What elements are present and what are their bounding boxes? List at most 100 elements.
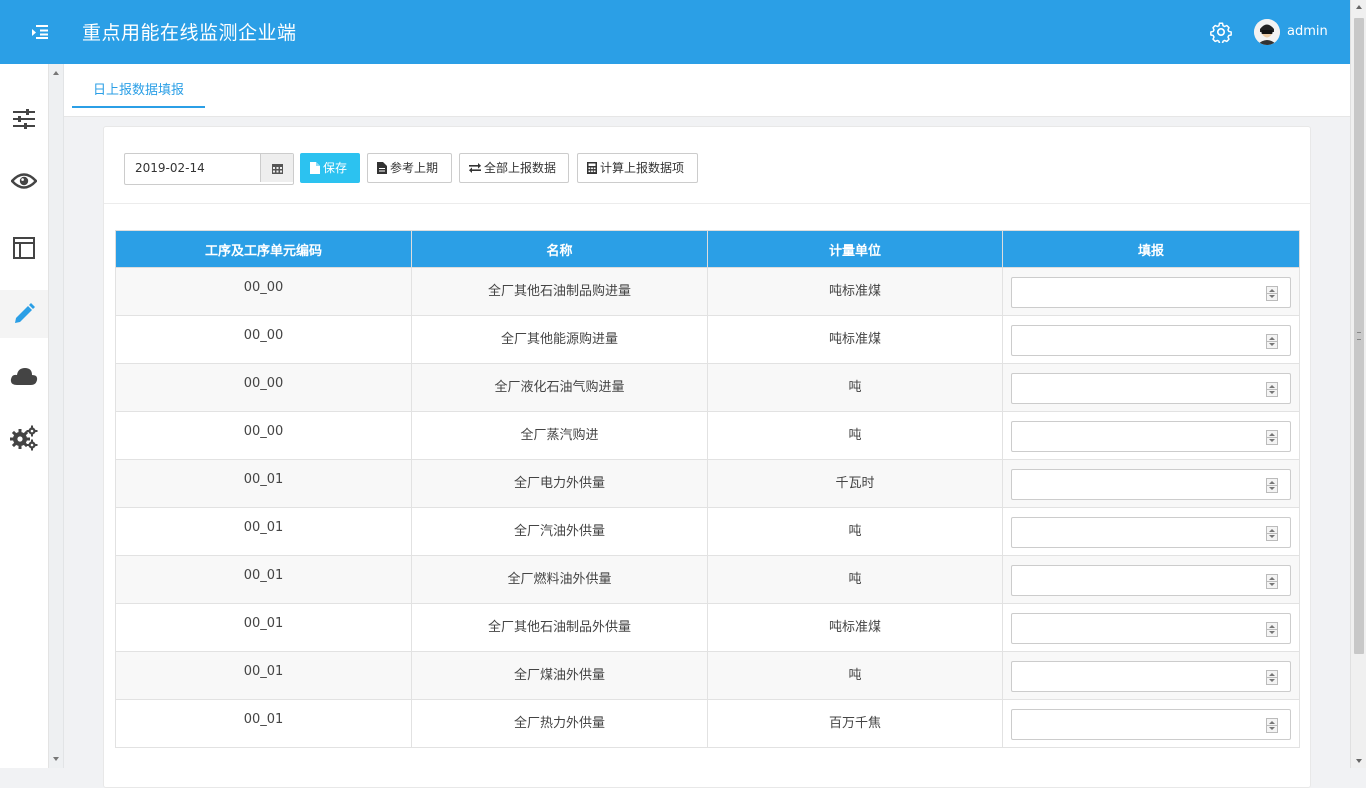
scroll-down-icon[interactable]	[53, 757, 59, 761]
cell-name: 全厂其他能源购进量	[411, 315, 708, 364]
cell-code: 00_01	[115, 603, 412, 652]
fill-value-input[interactable]	[1011, 469, 1291, 500]
sidebar-item-monitor[interactable]	[0, 157, 48, 205]
scroll-up-icon[interactable]	[53, 71, 59, 75]
fill-value-input[interactable]	[1011, 517, 1291, 548]
cell-name: 全厂热力外供量	[411, 699, 708, 748]
number-spinner[interactable]	[1266, 286, 1278, 301]
fill-value-input[interactable]	[1011, 325, 1291, 356]
cell-unit: 吨	[707, 411, 1003, 460]
number-spinner[interactable]	[1266, 334, 1278, 349]
table-row: 00_00 全厂其他石油制品购进量 吨标准煤	[115, 267, 1300, 316]
scroll-down-icon[interactable]	[1356, 759, 1362, 763]
number-spinner[interactable]	[1266, 478, 1278, 493]
scroll-up-icon[interactable]	[1356, 5, 1362, 9]
column-header-code: 工序及工序单元编码	[115, 230, 412, 268]
fill-value-input[interactable]	[1011, 373, 1291, 404]
cloud-icon	[10, 368, 38, 385]
sliders-icon	[13, 109, 35, 129]
cell-name: 全厂液化石油气购进量	[411, 363, 708, 412]
cell-unit: 吨标准煤	[707, 267, 1003, 316]
cell-code: 00_00	[115, 267, 412, 316]
report-table: 工序及工序单元编码 名称 计量单位 填报 00_00 全厂其他石油制品购进量 吨标准…	[115, 230, 1300, 748]
layout-icon	[13, 237, 35, 259]
menu-toggle-icon[interactable]	[28, 20, 52, 44]
table-row: 00_01 全厂汽油外供量吨	[115, 507, 1300, 556]
table-row: 00_01 全厂热力外供量 百万千焦	[115, 699, 1300, 748]
calendar-icon[interactable]	[260, 154, 293, 182]
table-row: 00_01 全厂煤油外供量吨	[115, 651, 1300, 700]
app-title: 重点用能在线监测企业端	[82, 22, 297, 44]
cell-unit: 吨标准煤	[707, 603, 1003, 652]
page-scrollbar[interactable]	[1350, 0, 1366, 768]
table-row: 00_01 全厂燃料油外供量吨	[115, 555, 1300, 604]
table-body: 00_00 全厂其他石油制品购进量 吨标准煤 00_00 全厂其他能源购进量 吨标准煤 00…	[115, 267, 1300, 748]
sidebar-item-report[interactable]	[0, 290, 48, 338]
fill-value-input[interactable]	[1011, 277, 1291, 308]
sidebar-item-settings[interactable]	[0, 95, 48, 143]
fill-value-input[interactable]	[1011, 709, 1291, 740]
table-row: 00_01 全厂其他石油制品外供量 吨标准煤	[115, 603, 1300, 652]
number-spinner[interactable]	[1266, 574, 1278, 589]
cell-code: 00_01	[115, 507, 412, 556]
cell-code: 00_00	[115, 315, 412, 364]
cell-name: 全厂其他石油制品外供量	[411, 603, 708, 652]
main-panel: 保存 参考上期 全部上报数据	[103, 126, 1311, 788]
number-spinner[interactable]	[1266, 526, 1278, 541]
cell-code: 00_00	[115, 411, 412, 460]
fill-value-input[interactable]	[1011, 421, 1291, 452]
cell-fill	[1002, 267, 1300, 316]
scrollbar-grip	[1357, 332, 1361, 340]
number-spinner[interactable]	[1266, 430, 1278, 445]
number-spinner[interactable]	[1266, 622, 1278, 637]
gear-icon[interactable]	[1210, 21, 1232, 45]
sidebar-scrollbar[interactable]	[49, 64, 64, 768]
cell-unit: 吨	[707, 651, 1003, 700]
date-input[interactable]	[125, 154, 259, 182]
save-button-label: 保存	[323, 161, 348, 175]
sidebar-item-layout[interactable]	[0, 224, 48, 272]
cell-unit: 吨	[707, 363, 1003, 412]
number-spinner[interactable]	[1266, 718, 1278, 733]
tab-daily-report[interactable]: 日上报数据填报	[72, 78, 206, 108]
cell-unit: 吨	[707, 555, 1003, 604]
cell-unit: 百万千焦	[707, 699, 1003, 748]
gears-icon	[10, 425, 38, 451]
fill-value-input[interactable]	[1011, 661, 1291, 692]
number-spinner[interactable]	[1266, 382, 1278, 397]
tab-bar: 日上报数据填报	[64, 64, 1350, 117]
fill-value-input[interactable]	[1011, 565, 1291, 596]
number-spinner[interactable]	[1266, 670, 1278, 685]
cell-code: 00_00	[115, 363, 412, 412]
cell-unit: 千瓦时	[707, 459, 1003, 508]
sidebar-item-system[interactable]	[0, 414, 48, 462]
upload-all-label: 全部上报数据	[484, 161, 557, 175]
cell-fill	[1002, 603, 1300, 652]
table-row: 00_01 全厂电力外供量 千瓦时	[115, 459, 1300, 508]
fill-value-input[interactable]	[1011, 613, 1291, 644]
file-icon	[310, 162, 320, 174]
document-icon	[377, 162, 387, 174]
table-header-row: 工序及工序单元编码 名称 计量单位 填报	[115, 230, 1300, 268]
table-row: 00_00 全厂其他能源购进量 吨标准煤	[115, 315, 1300, 364]
date-picker[interactable]	[124, 153, 294, 185]
user-name[interactable]: admin	[1287, 23, 1328, 41]
upload-all-button[interactable]: 全部上报数据	[459, 153, 569, 183]
cell-fill	[1002, 507, 1300, 556]
cell-fill	[1002, 459, 1300, 508]
save-button[interactable]: 保存	[300, 153, 360, 183]
column-header-fill: 填报	[1002, 230, 1300, 268]
avatar[interactable]	[1254, 19, 1280, 45]
cell-name: 全厂蒸汽购进	[411, 411, 708, 460]
sidebar-item-cloud[interactable]	[0, 352, 48, 400]
cell-fill	[1002, 315, 1300, 364]
calculator-icon	[587, 162, 597, 174]
column-header-unit: 计量单位	[707, 230, 1003, 268]
calculate-button[interactable]: 计算上报数据项	[577, 153, 698, 183]
cell-name: 全厂电力外供量	[411, 459, 708, 508]
sidebar	[0, 64, 49, 768]
reference-previous-button[interactable]: 参考上期	[367, 153, 452, 183]
column-header-name: 名称	[411, 230, 708, 268]
cell-fill	[1002, 699, 1300, 748]
cell-unit: 吨标准煤	[707, 315, 1003, 364]
